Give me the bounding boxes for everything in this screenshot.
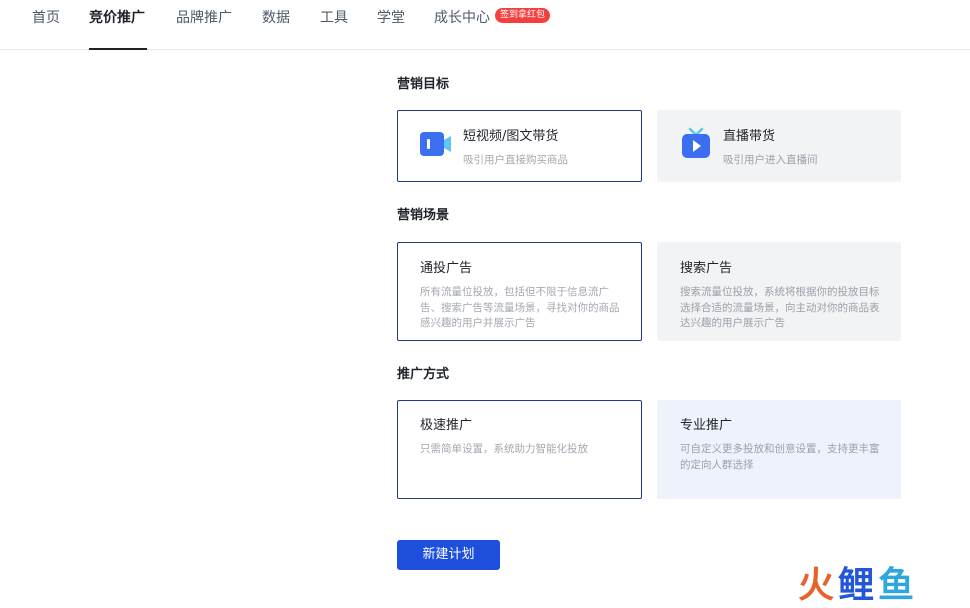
scene-option-desc: 搜索流量位投放，系统将根据你的投放目标选择合适的流量场景，向主动对你的商品表达兴…	[680, 286, 880, 329]
mode-option-professional[interactable]: 专业推广 可自定义更多投放和创意设置，支持更丰富的定向人群选择	[657, 400, 901, 499]
scene-option-title: 通投广告	[420, 261, 473, 276]
mode-option-quick[interactable]: 极速推广 只需简单设置，系统助力智能化投放	[397, 400, 642, 499]
watermark-char: 鱼	[878, 565, 919, 606]
mode-option-desc: 只需简单设置，系统助力智能化投放	[420, 443, 588, 455]
goal-option-short-video[interactable]: 短视频/图文带货 吸引用户直接购买商品	[397, 110, 642, 182]
watermark-char: 火	[798, 565, 839, 606]
scene-option-general-ads[interactable]: 通投广告 所有流量位投放，包括但不限于信息流广告、搜索广告等流量场景，寻找对你的…	[397, 242, 642, 341]
goal-option-title: 直播带货	[723, 129, 776, 144]
goal-option-desc: 吸引用户直接购买商品	[463, 154, 568, 166]
nav-item-brand-promotion[interactable]: 品牌推广	[176, 10, 232, 50]
create-plan-button[interactable]: 新建计划	[397, 540, 500, 570]
mode-option-title: 极速推广	[420, 418, 473, 433]
video-camera-icon	[420, 130, 452, 158]
nav-item-tools[interactable]: 工具	[320, 10, 348, 50]
goal-option-title: 短视频/图文带货	[463, 129, 559, 144]
scene-option-search-ads[interactable]: 搜索广告 搜索流量位投放，系统将根据你的投放目标选择合适的流量场景，向主动对你的…	[657, 242, 901, 341]
nav-item-bidding-promotion[interactable]: 竞价推广	[89, 10, 147, 50]
mode-option-title: 专业推广	[680, 418, 733, 433]
goal-option-desc: 吸引用户进入直播间	[723, 154, 818, 166]
nav-item-growth-center[interactable]: 成长中心	[434, 10, 490, 50]
nav-item-home[interactable]: 首页	[32, 10, 60, 50]
sign-in-red-packet-badge[interactable]: 签到拿红包	[495, 8, 551, 23]
live-tv-icon	[681, 127, 711, 159]
top-nav: 首页 竞价推广 品牌推广 数据 工具 学堂 成长中心 签到拿红包	[0, 0, 970, 50]
mode-option-desc: 可自定义更多投放和创意设置，支持更丰富的定向人群选择	[680, 443, 880, 471]
watermark-char: 鲤	[838, 565, 879, 606]
section-title-marketing-goal: 营销目标	[397, 77, 450, 92]
nav-item-data[interactable]: 数据	[262, 10, 290, 50]
watermark-logo: 火鲤鱼	[798, 556, 918, 608]
section-title-marketing-scene: 营销场景	[397, 208, 450, 223]
scene-option-desc: 所有流量位投放，包括但不限于信息流广告、搜索广告等流量场景，寻找对你的商品感兴趣…	[420, 286, 620, 329]
nav-item-academy[interactable]: 学堂	[377, 10, 405, 50]
scene-option-title: 搜索广告	[680, 261, 733, 276]
section-title-promotion-mode: 推广方式	[397, 367, 450, 382]
goal-option-live-stream[interactable]: 直播带货 吸引用户进入直播间	[657, 110, 901, 182]
